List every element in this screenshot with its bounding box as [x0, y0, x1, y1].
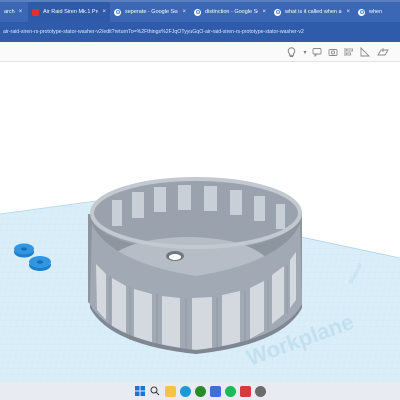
- tab-air-raid-siren[interactable]: Air Raid Siren Mk.1 Prototype ×: [28, 2, 110, 22]
- tab-title: Air Raid Siren Mk.1 Prototype: [43, 9, 98, 15]
- tab-title: what is it called when a siren's: [285, 9, 342, 15]
- google-icon: [358, 8, 365, 16]
- edge-browser-icon[interactable]: [179, 385, 191, 397]
- google-icon: [194, 8, 201, 16]
- workplane-icon[interactable]: [376, 45, 390, 59]
- tab-title: when: [369, 9, 383, 15]
- tab-siren-question-search[interactable]: what is it called when a siren's ×: [270, 2, 354, 22]
- settings-icon[interactable]: [254, 385, 266, 397]
- folder-icon[interactable]: [164, 385, 176, 397]
- close-icon[interactable]: ×: [102, 9, 106, 15]
- camera-icon[interactable]: [326, 45, 340, 59]
- tab-title: arch: [4, 9, 15, 15]
- tab-distinction-search[interactable]: distinction - Google Search ×: [190, 2, 270, 22]
- address-bar[interactable]: air-raid-siren-rs-prototype-stator-washe…: [0, 22, 400, 42]
- tab-search-partial[interactable]: arch ×: [0, 2, 28, 22]
- 3d-scene[interactable]: Workplane Bilateral: [0, 62, 400, 382]
- search-icon[interactable]: [150, 386, 161, 397]
- url-text: air-raid-siren-rs-prototype-stator-washe…: [3, 29, 304, 35]
- tinkercad-toolbar: ▾: [0, 42, 400, 62]
- ruler-icon[interactable]: [358, 45, 372, 59]
- google-icon: [114, 8, 121, 16]
- spotify-icon[interactable]: [224, 385, 236, 397]
- bulb-icon[interactable]: [284, 45, 298, 59]
- tab-title: distinction - Google Search: [205, 9, 258, 15]
- close-icon[interactable]: ×: [19, 9, 23, 15]
- 3d-viewport[interactable]: Workplane Bilateral: [0, 62, 400, 382]
- browser-tab-bar: arch × Air Raid Siren Mk.1 Prototype × s…: [0, 2, 400, 22]
- windows-taskbar: [0, 382, 400, 400]
- tinkercad-icon: [32, 8, 39, 16]
- tab-when-search[interactable]: when: [354, 2, 400, 22]
- store-icon[interactable]: [209, 385, 221, 397]
- tab-seperate-search[interactable]: seperate - Google Search ×: [110, 2, 190, 22]
- close-icon[interactable]: ×: [182, 9, 186, 15]
- close-icon[interactable]: ×: [346, 9, 350, 15]
- comment-icon[interactable]: [310, 45, 324, 59]
- close-icon[interactable]: ×: [262, 9, 266, 15]
- align-icon[interactable]: [342, 45, 356, 59]
- app-icon[interactable]: [239, 385, 251, 397]
- tab-title: seperate - Google Search: [125, 9, 178, 15]
- windows-start-icon[interactable]: [135, 386, 146, 397]
- stator-model[interactable]: [88, 177, 302, 354]
- google-icon: [274, 8, 281, 16]
- xbox-icon[interactable]: [194, 385, 206, 397]
